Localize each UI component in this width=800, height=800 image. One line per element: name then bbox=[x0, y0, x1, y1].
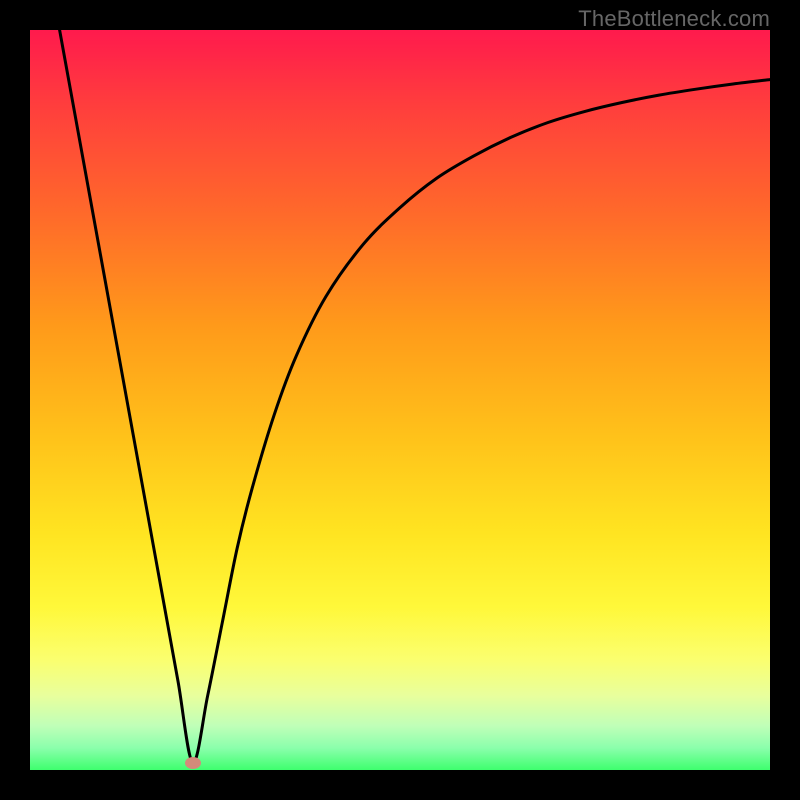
minimum-marker-icon bbox=[185, 757, 201, 769]
plot-area bbox=[30, 30, 770, 770]
attribution-watermark: TheBottleneck.com bbox=[578, 6, 770, 32]
chart-frame: TheBottleneck.com bbox=[0, 0, 800, 800]
bottleneck-curve bbox=[30, 30, 770, 770]
